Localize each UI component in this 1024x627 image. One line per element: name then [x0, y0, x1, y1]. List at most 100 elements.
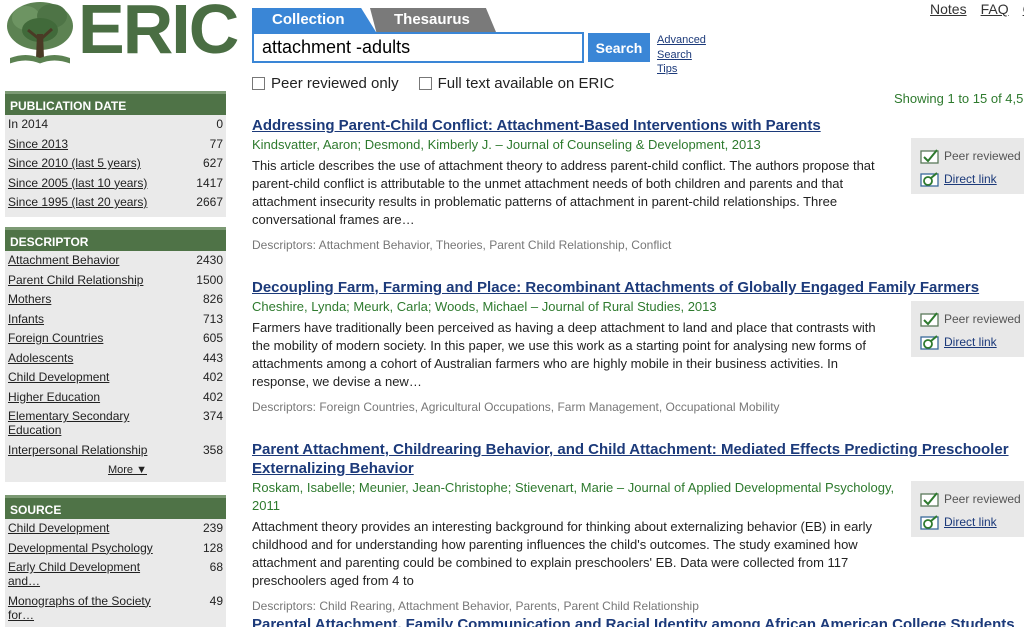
facet-item[interactable]: Attachment Behavior 2430	[5, 253, 226, 267]
facet-link[interactable]: Interpersonal Relationship	[8, 443, 147, 457]
facet-link[interactable]: Since 2005 (last 10 years)	[8, 176, 147, 190]
direct-link-icon	[920, 334, 939, 350]
facet-link[interactable]: Developmental Psychology	[8, 541, 153, 555]
direct-link-icon	[920, 171, 939, 187]
facet-link[interactable]: Higher Education	[8, 390, 100, 404]
facet-link[interactable]: Child Development	[8, 370, 109, 384]
more-descriptors[interactable]: More ▼	[5, 464, 226, 482]
facet-header: PUBLICATION DATE	[5, 91, 226, 115]
result-badges: Peer reviewed Direct link	[911, 138, 1024, 194]
facet-item[interactable]: Parent Child Relationship 1500	[5, 273, 226, 287]
peer-reviewed-icon	[920, 148, 939, 164]
eric-logo[interactable]: ERIC	[4, 0, 239, 70]
facet-link[interactable]: Infants	[8, 312, 44, 326]
results-count: Showing 1 to 15 of 4,5	[894, 91, 1024, 106]
result-descriptors: Descriptors: Child Rearing, Attachment B…	[252, 599, 699, 613]
facet-header: DESCRIPTOR	[5, 227, 226, 251]
advanced-line-1[interactable]: Advanced	[657, 33, 706, 48]
full-text-label: Full text available on ERIC	[437, 75, 615, 92]
advanced-line-2[interactable]: Search	[657, 48, 706, 63]
peer-reviewed-text: Peer reviewed	[944, 312, 1021, 326]
peer-reviewed-filter[interactable]: Peer reviewed only	[252, 75, 399, 92]
tab-collection[interactable]: Collection	[252, 8, 376, 32]
search-button[interactable]: Search	[588, 33, 650, 62]
facet-link[interactable]: Since 2013	[8, 137, 68, 151]
full-text-filter[interactable]: Full text available on ERIC	[418, 75, 615, 92]
facet-descriptor: DESCRIPTOR Attachment Behavior 2430 Paren…	[5, 227, 226, 482]
peer-reviewed-icon	[920, 491, 939, 507]
facet-item[interactable]: Developmental Psychology 128	[5, 541, 226, 555]
facet-link[interactable]: Parent Child Relationship	[8, 273, 143, 287]
facet-count: 239	[202, 521, 223, 535]
result-title-link[interactable]: Parent Attachment, Childrearing Behavior…	[252, 440, 1024, 478]
direct-link[interactable]: Direct link	[911, 332, 1024, 352]
facet-item[interactable]: Foreign Countries 605	[5, 331, 226, 345]
facet-link[interactable]: Adolescents	[8, 351, 73, 365]
more-link[interactable]: More ▼	[108, 464, 147, 476]
advanced-line-3[interactable]: Tips	[657, 62, 706, 77]
facet-item[interactable]: Early Child Development and… 68	[5, 560, 226, 588]
facet-link[interactable]: Since 1995 (last 20 years)	[8, 195, 147, 209]
direct-link-text[interactable]: Direct link	[944, 335, 997, 349]
peer-reviewed-badge: Peer reviewed	[911, 489, 1024, 509]
facet-count: 358	[202, 442, 223, 457]
facet-link[interactable]: Elementary Secondary Education	[8, 409, 138, 437]
facet-item[interactable]: Since 1995 (last 20 years) 2667	[5, 195, 226, 209]
facet-item[interactable]: Monographs of the Society for… 49	[5, 594, 226, 622]
search-input[interactable]	[252, 32, 584, 63]
direct-link-text[interactable]: Direct link	[944, 515, 997, 529]
facet-header: SOURCE	[5, 495, 226, 519]
facet-link[interactable]: Attachment Behavior	[8, 253, 119, 267]
facet-count: 0	[216, 117, 223, 131]
faq-link[interactable]: FAQ	[981, 1, 1009, 17]
full-text-checkbox[interactable]	[418, 77, 432, 90]
facet-item[interactable]: Infants 713	[5, 312, 226, 326]
result-title-line: Externalizing Behavior	[252, 460, 414, 477]
facet-item[interactable]: Since 2010 (last 5 years) 627	[5, 156, 226, 170]
facet-item[interactable]: Child Development 402	[5, 370, 226, 384]
facet-link[interactable]: Mothers	[8, 292, 51, 306]
advanced-search-tips[interactable]: Advanced Search Tips	[657, 33, 706, 77]
result-authors: Kindsvatter, Aaron; Desmond, Kimberly J.…	[252, 137, 761, 152]
facet-item[interactable]: Child Development 239	[5, 521, 226, 535]
facet-item[interactable]: Elementary Secondary Education 374	[5, 409, 226, 437]
facet-count: 374	[202, 409, 223, 423]
facet-link[interactable]: Foreign Countries	[8, 331, 103, 345]
result-authors: Cheshire, Lynda; Meurk, Carla; Woods, Mi…	[252, 299, 717, 314]
facet-source: SOURCE Child Development 239 Developmenta…	[5, 495, 226, 627]
facet-item[interactable]: Mothers 826	[5, 292, 226, 306]
direct-link[interactable]: Direct link	[911, 512, 1024, 532]
facet-link[interactable]: Child Development	[8, 521, 109, 535]
peer-reviewed-badge: Peer reviewed	[911, 309, 1024, 329]
direct-link[interactable]: Direct link	[911, 169, 1024, 189]
result-title-link[interactable]: Parental Attachment, Family Communicatio…	[252, 616, 1015, 627]
direct-link-text[interactable]: Direct link	[944, 172, 997, 186]
result-title-link[interactable]: Decoupling Farm, Farming and Place: Reco…	[252, 278, 1024, 297]
facet-count: 49	[209, 593, 223, 608]
facet-item[interactable]: Since 2005 (last 10 years) 1417	[5, 176, 226, 190]
peer-reviewed-label: Peer reviewed only	[271, 75, 399, 92]
facet-link[interactable]: Monographs of the Society for…	[8, 594, 158, 622]
result-badges: Peer reviewed Direct link	[911, 481, 1024, 537]
facet-label: In 2014	[8, 117, 49, 131]
facet-item[interactable]: Adolescents 443	[5, 351, 226, 365]
search-result: Parent Attachment, Childrearing Behavior…	[252, 440, 1024, 613]
tab-thesaurus[interactable]: Thesaurus	[370, 8, 496, 32]
facet-item[interactable]: Interpersonal Relationship 358	[5, 443, 226, 457]
facet-count: 402	[202, 389, 223, 404]
result-title-line: Decoupling Farm, Farming and Place: Reco…	[252, 279, 980, 296]
facet-count: 402	[202, 370, 223, 384]
facet-count: 826	[202, 292, 223, 306]
result-title-link[interactable]: Addressing Parent-Child Conflict: Attach…	[252, 116, 1024, 135]
peer-reviewed-checkbox[interactable]	[252, 77, 265, 90]
result-title-line: Addressing Parent-Child Conflict: Attach…	[252, 117, 821, 134]
brand-name: ERIC	[78, 0, 239, 68]
facet-link[interactable]: Since 2010 (last 5 years)	[8, 156, 141, 170]
peer-reviewed-text: Peer reviewed	[944, 149, 1021, 163]
notes-link[interactable]: Notes	[930, 1, 967, 17]
facet-link[interactable]: Early Child Development and…	[8, 560, 148, 588]
tree-logo-icon	[7, 2, 73, 65]
facet-item[interactable]: Higher Education 402	[5, 390, 226, 404]
facet-item[interactable]: Since 2013 77	[5, 137, 226, 151]
result-authors: Roskam, Isabelle; Meunier, Jean-Christop…	[252, 480, 895, 513]
